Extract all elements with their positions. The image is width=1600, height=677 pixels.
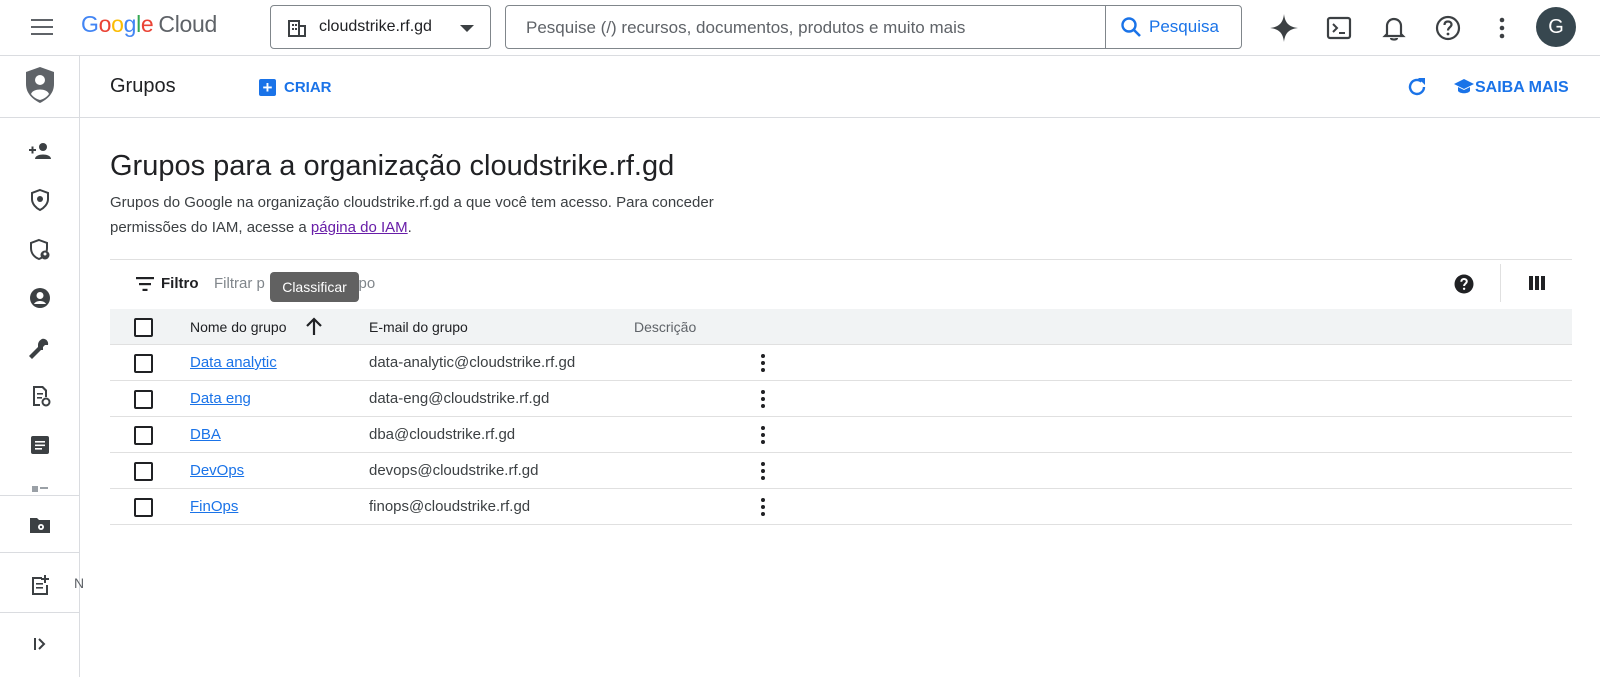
- wrench-icon[interactable]: [28, 336, 52, 360]
- row-checkbox[interactable]: [134, 498, 153, 517]
- more-vert-icon[interactable]: [1486, 12, 1518, 44]
- group-name-link[interactable]: Data analytic: [190, 354, 277, 371]
- iam-page-link[interactable]: página do IAM: [311, 219, 408, 236]
- filter-label[interactable]: Filtro: [161, 275, 199, 292]
- description-end: .: [407, 219, 412, 236]
- table-help-icon[interactable]: [1454, 274, 1474, 294]
- search-icon: [1121, 17, 1141, 37]
- note-add-icon[interactable]: [28, 573, 52, 597]
- sort-arrow-up-icon[interactable]: [305, 317, 323, 337]
- rail-divider: [0, 612, 79, 613]
- column-header-email[interactable]: E-mail do grupo: [369, 319, 468, 335]
- row-more-vert-icon[interactable]: [753, 389, 773, 411]
- page-title: Grupos: [110, 75, 176, 97]
- table-row: DBA dba@cloudstrike.rf.gd: [110, 417, 1572, 453]
- policy-shield-icon[interactable]: [28, 188, 52, 212]
- group-email: data-analytic@cloudstrike.rf.gd: [369, 354, 576, 371]
- filter-placeholder-start: Filtrar p: [214, 275, 265, 292]
- logo-cloud-text: Cloud: [158, 11, 218, 37]
- group-email: devops@cloudstrike.rf.gd: [369, 462, 539, 479]
- row-more-vert-icon[interactable]: [753, 353, 773, 375]
- column-header-name[interactable]: Nome do grupo: [190, 319, 287, 335]
- group-name-link[interactable]: Data eng: [190, 390, 251, 407]
- toolbar-divider: [1500, 264, 1501, 302]
- search-input[interactable]: Pesquise (/) recursos, documentos, produ…: [526, 18, 965, 38]
- group-email: dba@cloudstrike.rf.gd: [369, 426, 516, 443]
- group-name-link[interactable]: FinOps: [190, 498, 238, 515]
- table-row: DevOps devops@cloudstrike.rf.gd: [110, 453, 1572, 489]
- search-button[interactable]: Pesquisa: [1105, 6, 1242, 48]
- add-box-icon: +: [259, 79, 276, 96]
- row-checkbox[interactable]: [134, 354, 153, 373]
- project-picker[interactable]: cloudstrike.rf.gd: [270, 5, 491, 49]
- iam-shield-icon[interactable]: [24, 66, 56, 104]
- rail-divider: [0, 495, 79, 496]
- refresh-icon[interactable]: [1405, 75, 1429, 99]
- row-checkbox[interactable]: [134, 426, 153, 445]
- column-header-description: Descrição: [634, 319, 697, 335]
- sort-tooltip: Classificar: [270, 272, 359, 302]
- filter-icon[interactable]: [136, 277, 154, 291]
- table-header-row: Nome do grupo E-mail do grupo Descrição: [110, 309, 1572, 345]
- row-checkbox[interactable]: [134, 390, 153, 409]
- group-email: finops@cloudstrike.rf.gd: [369, 498, 531, 515]
- row-checkbox[interactable]: [134, 462, 153, 481]
- notifications-bell-icon[interactable]: [1378, 12, 1410, 44]
- list-box-icon[interactable]: [28, 433, 52, 457]
- row-more-vert-icon[interactable]: [753, 497, 773, 519]
- dropdown-arrow-icon: [460, 25, 474, 32]
- search-bar[interactable]: Pesquise (/) recursos, documentos, produ…: [505, 5, 1242, 49]
- search-button-label: Pesquisa: [1149, 17, 1219, 36]
- project-name: cloudstrike.rf.gd: [319, 18, 432, 35]
- table-row: FinOps finops@cloudstrike.rf.gd: [110, 489, 1572, 525]
- folder-settings-icon[interactable]: [28, 513, 52, 537]
- row-more-vert-icon[interactable]: [753, 425, 773, 447]
- person-add-icon[interactable]: [28, 139, 52, 163]
- table-row: Data analytic data-analytic@cloudstrike.r…: [110, 345, 1572, 381]
- cloud-shell-icon[interactable]: [1323, 12, 1355, 44]
- document-settings-icon[interactable]: [28, 384, 52, 408]
- row-more-vert-icon[interactable]: [753, 461, 773, 483]
- rail-divider: [0, 552, 79, 553]
- page-header: Grupos + CRIAR SAIBA MAIS: [80, 56, 1600, 118]
- select-all-checkbox[interactable]: [134, 318, 153, 337]
- menu-icon[interactable]: [26, 14, 58, 42]
- expand-panel-icon[interactable]: [28, 632, 52, 656]
- security-shield-icon[interactable]: [28, 238, 52, 262]
- column-display-icon[interactable]: [1528, 274, 1546, 292]
- group-name-link[interactable]: DevOps: [190, 462, 244, 479]
- top-bar: Google Cloud cloudstrike.rf.gd Pesquise (…: [0, 0, 1600, 56]
- section-heading: Grupos para a organização cloudstrike.rf…: [110, 150, 675, 182]
- create-button-label: CRIAR: [284, 79, 332, 96]
- building-icon: [288, 20, 306, 37]
- rail-partial-label: N: [74, 575, 85, 591]
- account-circle-icon[interactable]: [28, 286, 52, 310]
- learn-more-label: SAIBA MAIS: [1475, 79, 1569, 96]
- google-cloud-logo[interactable]: Google Cloud: [81, 11, 217, 38]
- help-icon[interactable]: [1432, 12, 1464, 44]
- group-email: data-eng@cloudstrike.rf.gd: [369, 390, 550, 407]
- rail-divider: [0, 117, 79, 118]
- school-icon: [1454, 79, 1474, 94]
- partial-icon[interactable]: [28, 484, 52, 494]
- table-row: Data eng data-eng@cloudstrike.rf.gd: [110, 381, 1572, 417]
- group-name-link[interactable]: DBA: [190, 426, 221, 443]
- description-text: Grupos do Google na organização cloudstr…: [110, 194, 714, 236]
- gemini-sparkle-icon[interactable]: [1268, 12, 1300, 44]
- section-description: Grupos do Google na organização cloudstr…: [110, 190, 730, 240]
- left-nav-rail: N: [0, 56, 84, 677]
- avatar[interactable]: G: [1536, 7, 1576, 47]
- groups-table: Nome do grupo E-mail do grupo Descrição …: [110, 309, 1572, 525]
